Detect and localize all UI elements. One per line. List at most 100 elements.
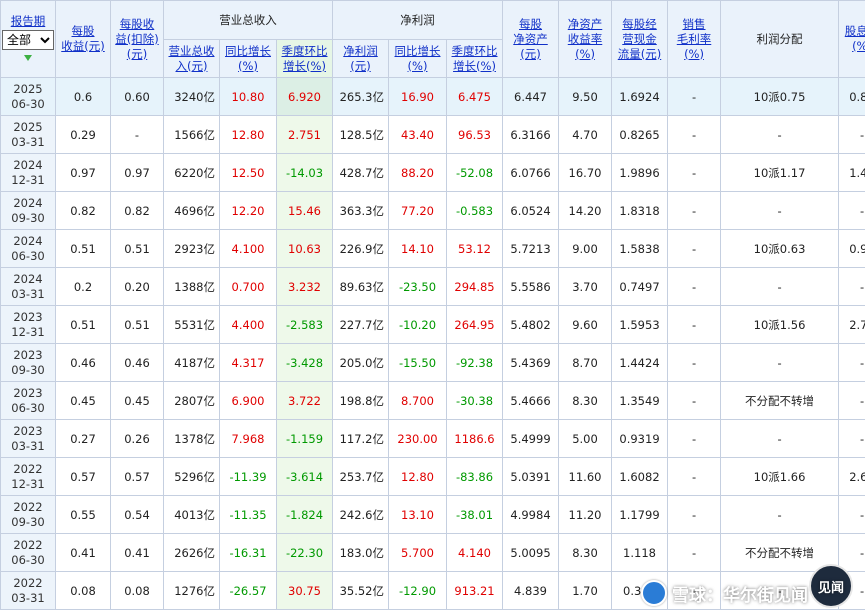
- net-profit-cell: 428.7亿: [332, 153, 389, 192]
- net-profit-header[interactable]: 净利润 (元): [332, 39, 389, 78]
- net-profit-yoy-cell: -15.50: [388, 343, 447, 382]
- roe-cell: 9.50: [558, 77, 613, 116]
- roe-cell: 8.30: [558, 381, 613, 420]
- eps-header[interactable]: 每股 收益(元): [55, 0, 111, 78]
- revenue-cell: 2807亿: [163, 381, 220, 420]
- revenue-group-header: 营业总收入: [163, 0, 333, 40]
- header-line: 增长(%): [453, 58, 496, 73]
- roe-cell: 14.20: [558, 191, 613, 230]
- revenue-yoy-cell: -11.39: [219, 457, 277, 496]
- net-profit-qoq-cell: -83.86: [445, 457, 504, 496]
- revenue-qoq-header[interactable]: 季度环比 增长(%): [276, 39, 333, 78]
- table-row[interactable]: 2025 03-31 0.29-1566亿 12.80 2.751 128.5亿 43.40…: [0, 115, 865, 154]
- net-profit-yoy-cell: 43.40: [388, 115, 447, 154]
- gross-margin-cell: -: [667, 305, 722, 344]
- ocfps-cell: 0.332: [611, 571, 669, 610]
- net-profit-yoy-header[interactable]: 同比增长 (%): [388, 39, 447, 78]
- roe-cell: 11.20: [558, 495, 613, 534]
- table-row[interactable]: 2025 06-30 0.6 0.60 3240亿 10.80 6.920 265.3亿 16.…: [0, 77, 865, 116]
- table-row[interactable]: 2023 06-30 0.45 0.45 2807亿 6.900 3.722 198.8亿 8.…: [0, 381, 865, 420]
- header-line: 每股: [519, 16, 543, 31]
- table-row[interactable]: 2022 06-30 0.41 0.41 2626亿 -16.31 -22.30 183.0亿…: [0, 533, 865, 572]
- navps-cell: 6.0766: [502, 153, 560, 192]
- navps-cell: 6.447: [502, 77, 560, 116]
- revenue-cell: 4696亿: [163, 191, 220, 230]
- dividend-yield-cell: 1.40: [838, 153, 865, 192]
- revenue-qoq-cell: 2.751: [276, 115, 333, 154]
- table-row[interactable]: 2022 03-31 0.08 0.08 1276亿 -26.57 30.75 35.52亿 -…: [0, 571, 865, 610]
- sort-down-arrow-icon[interactable]: [24, 54, 32, 61]
- net-profit-qoq-cell: 294.85: [445, 267, 504, 306]
- table-row[interactable]: 2024 06-30 0.51 0.51 2923亿 4.100 10.63 226.9亿 14…: [0, 229, 865, 268]
- table-row[interactable]: 2024 03-31 0.2 0.20 1388亿 0.700 3.232 89.63亿 -23…: [0, 267, 865, 306]
- header-line: 每股经: [622, 16, 657, 31]
- dividend-cell: -: [720, 495, 840, 534]
- table-row[interactable]: 2024 09-30 0.82 0.82 4696亿 12.20 15.46 363.3亿 77…: [0, 191, 865, 230]
- dividend-cell: 不分配不转增: [720, 533, 840, 572]
- net-profit-yoy-cell: 12.80: [388, 457, 447, 496]
- net-profit-cell: 35.52亿: [332, 571, 389, 610]
- eps-cell: 0.82: [55, 191, 111, 230]
- report-date-cell: 2025 06-30: [0, 77, 56, 116]
- report-date-cell: 2025 03-31: [0, 115, 56, 154]
- dividend-cell: 不分配不转增: [720, 381, 840, 420]
- dividend-cell: -: [720, 419, 840, 458]
- period-filter-select[interactable]: 全部: [2, 29, 54, 50]
- eps-deducted-header[interactable]: 每股收 益(扣除) (元): [110, 0, 164, 78]
- roe-header[interactable]: 净资产 收益率 (%): [558, 0, 613, 78]
- table-row[interactable]: 2022 09-30 0.55 0.54 4013亿 -11.35 -1.824 242.6亿…: [0, 495, 865, 534]
- table-row[interactable]: 2023 12-31 0.51 0.51 5531亿 4.400 -2.583 227.7亿 -…: [0, 305, 865, 344]
- report-date-line: 2024: [13, 157, 43, 172]
- report-date-line: 03-31: [11, 286, 45, 301]
- dividend-yield-cell: -: [838, 267, 865, 306]
- ocfps-cell: 1.1799: [611, 495, 669, 534]
- revenue-yoy-cell: -26.57: [219, 571, 277, 610]
- table-row[interactable]: 2022 12-31 0.57 0.57 5296亿 -11.39 -3.614 253.7亿…: [0, 457, 865, 496]
- revenue-cell: 4013亿: [163, 495, 220, 534]
- table-body: 2025 06-30 0.6 0.60 3240亿 10.80 6.920 265.3亿 16.…: [0, 77, 865, 610]
- report-period-sort-link[interactable]: 报告期: [2, 14, 55, 29]
- table-row[interactable]: 2023 09-30 0.46 0.46 4187亿 4.317 -3.428 205.0亿 -…: [0, 343, 865, 382]
- gross-margin-cell: -: [667, 495, 722, 534]
- navps-cell: 5.5586: [502, 267, 560, 306]
- net-profit-cell: 253.7亿: [332, 457, 389, 496]
- revenue-yoy-cell: 4.317: [219, 343, 277, 382]
- ocfps-header[interactable]: 每股经 营现金 流量(元): [611, 0, 669, 78]
- net-profit-qoq-cell: 264.95: [445, 305, 504, 344]
- ocfps-cell: 1.118: [611, 533, 669, 572]
- table-row[interactable]: 2023 03-31 0.27 0.26 1378亿 7.968 -1.159 117.2亿 2…: [0, 419, 865, 458]
- revenue-qoq-cell: -3.614: [276, 457, 333, 496]
- net-profit-cell: 205.0亿: [332, 343, 389, 382]
- eps-cell: 0.57: [55, 457, 111, 496]
- navps-cell: 5.4802: [502, 305, 560, 344]
- navps-cell: 5.0391: [502, 457, 560, 496]
- navps-header[interactable]: 每股 净资产 (元): [502, 0, 560, 78]
- report-date-cell: 2023 09-30: [0, 343, 56, 382]
- revenue-yoy-header[interactable]: 同比增长 (%): [219, 39, 277, 78]
- roe-cell: 11.60: [558, 457, 613, 496]
- revenue-header[interactable]: 营业总收 入(元): [163, 39, 220, 78]
- eps-cell: 0.55: [55, 495, 111, 534]
- report-date-line: 03-31: [11, 438, 45, 453]
- gross-margin-cell: -: [667, 571, 722, 610]
- net-profit-group-header: 净利润: [331, 0, 504, 40]
- report-date-cell: 2024 06-30: [0, 229, 56, 268]
- dividend-yield-cell: 2.62: [838, 457, 865, 496]
- table-row[interactable]: 2024 12-31 0.97 0.97 6220亿 12.50 -14.03 428.7亿 8…: [0, 153, 865, 192]
- ocfps-cell: 0.8265: [611, 115, 669, 154]
- dividend-yield-cell: -: [838, 381, 865, 420]
- report-date-cell: 2024 03-31: [0, 267, 56, 306]
- net-profit-qoq-header[interactable]: 季度环比 增长(%): [445, 39, 504, 78]
- navps-cell: 6.3166: [502, 115, 560, 154]
- dividend-yield-cell: -: [838, 571, 865, 610]
- net-profit-qoq-cell: -92.38: [445, 343, 504, 382]
- report-date-line: 2024: [13, 271, 43, 286]
- eps-cell: 0.45: [55, 381, 111, 420]
- net-profit-qoq-cell: 96.53: [445, 115, 504, 154]
- dividend-yield-cell: -: [838, 343, 865, 382]
- header-line: 同比增长: [225, 43, 271, 58]
- gross-margin-header[interactable]: 销售 毛利率 (%): [667, 0, 722, 78]
- report-date-line: 2025: [13, 119, 43, 134]
- header-line: 销售: [682, 16, 706, 31]
- dividend-yield-header[interactable]: 股息率(%): [838, 0, 865, 78]
